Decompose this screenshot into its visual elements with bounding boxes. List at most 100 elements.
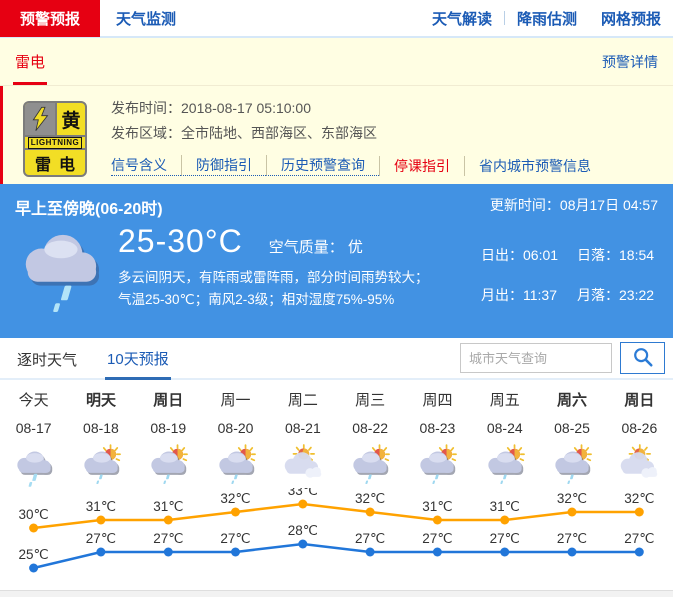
forecast-day-08-20[interactable]: 周一08-20: [202, 388, 269, 488]
badge-top-row: 黄: [25, 103, 85, 135]
moonset-label: 月落：: [577, 287, 619, 303]
date-label: 08-19: [135, 414, 202, 442]
tab-hourly-weather[interactable]: 逐时天气: [15, 338, 79, 378]
warning-section: 雷电 预警详情 黄 LIGHTNING 雷电 发布时间：2018-08-17 0…: [0, 38, 673, 184]
issue-time-line: 发布时间：2018-08-17 05:10:00: [111, 96, 605, 121]
lightning-warning-badge: 黄 LIGHTNING 雷电: [23, 101, 87, 177]
moonrise-time: 月出：11:37: [481, 285, 577, 313]
date-label: 08-18: [67, 414, 134, 442]
sunset-value: 18:54: [619, 247, 654, 263]
shower-sun-icon: [538, 442, 605, 488]
warning-link-4[interactable]: 省内城市预警信息: [464, 156, 605, 176]
svg-text:27℃: 27℃: [490, 531, 520, 546]
forecast-day-08-19[interactable]: 周日08-19: [135, 388, 202, 488]
svg-text:31℃: 31℃: [490, 499, 520, 514]
rain-icon: [0, 442, 67, 488]
svg-text:33℃: 33℃: [288, 488, 318, 498]
nav-links: 天气解读 降雨估测 网格预报: [432, 8, 661, 29]
date-label: 08-21: [269, 414, 336, 442]
forecast-day-08-17[interactable]: 今天08-17: [0, 388, 67, 488]
air-quality: 空气质量： 优: [269, 236, 363, 257]
period-title: 早上至傍晚(06-20时): [15, 195, 163, 219]
svg-text:27℃: 27℃: [86, 531, 116, 546]
svg-text:32℃: 32℃: [355, 491, 385, 506]
description-line-2: 气温25-30℃；南风2-3级；相对湿度75%-95%: [118, 289, 481, 311]
ten-day-forecast: 今天08-17明天08-18周日08-19周一08-20周二08-21周三08-…: [0, 380, 673, 590]
warning-link-2[interactable]: 历史预警查询: [266, 155, 379, 176]
issue-time-value: 2018-08-17 05:10:00: [181, 100, 311, 116]
svg-text:25℃: 25℃: [19, 547, 49, 562]
day-label: 周六: [538, 388, 605, 414]
search-input[interactable]: [460, 343, 612, 373]
footer-strip: [0, 590, 673, 597]
day-label: 周五: [471, 388, 538, 414]
badge-en-label: LIGHTNING: [28, 137, 83, 149]
date-label: 08-26: [606, 414, 673, 442]
warning-detail-link[interactable]: 预警详情: [602, 52, 658, 72]
sun-moon-times: 日出：06:01 日落：18:54 月出：11:37 月落：23:22: [481, 245, 673, 313]
current-weather-header: 早上至傍晚(06-20时) 更新时间：08月17日 04:57: [0, 184, 673, 219]
temperature-row: 25-30°C 空气质量： 优: [118, 223, 481, 260]
current-conditions: 25-30°C 空气质量： 优 多云间阴天，有阵雨或雷阵雨，部分时间雨势较大； …: [118, 223, 481, 313]
issue-area-label: 发布区域：: [111, 125, 181, 141]
nav-link-weather-interpretation[interactable]: 天气解读: [432, 8, 492, 29]
issue-time-label: 发布时间：: [111, 100, 181, 116]
search-button[interactable]: [620, 342, 665, 374]
day-label: 周三: [337, 388, 404, 414]
svg-text:27℃: 27℃: [355, 531, 385, 546]
forecast-tabs-row: 逐时天气 10天预报: [0, 338, 673, 380]
date-label: 08-25: [538, 414, 605, 442]
day-label: 周二: [269, 388, 336, 414]
badge-en-text: LIGHTNING: [25, 135, 85, 150]
svg-text:32℃: 32℃: [624, 491, 654, 506]
sunrise-label: 日出：: [481, 247, 523, 263]
warning-link-0[interactable]: 信号含义: [111, 155, 181, 176]
shower-sun-icon: [337, 442, 404, 488]
current-weather-main: 25-30°C 空气质量： 优 多云间阴天，有阵雨或雷阵雨，部分时间雨势较大； …: [0, 223, 673, 313]
forecast-day-08-18[interactable]: 明天08-18: [67, 388, 134, 488]
moonrise-value: 11:37: [523, 287, 557, 303]
description-line-1: 多云间阴天，有阵雨或雷阵雨，部分时间雨势较大；: [118, 267, 481, 289]
svg-text:28℃: 28℃: [288, 523, 318, 538]
day-label: 今天: [0, 388, 67, 414]
tab-warning-forecast[interactable]: 预警预报: [0, 0, 100, 37]
nav-link-grid-forecast[interactable]: 网格预报: [601, 8, 661, 29]
issue-area-line: 发布区域：全市陆地、西部海区、东部海区: [111, 121, 605, 146]
moonrise-label: 月出：: [481, 287, 523, 303]
search-icon: [632, 346, 654, 371]
svg-text:27℃: 27℃: [153, 531, 183, 546]
warning-link-1[interactable]: 防御指引: [181, 155, 266, 176]
svg-text:27℃: 27℃: [422, 531, 452, 546]
svg-text:27℃: 27℃: [557, 531, 587, 546]
shower-sun-icon: [135, 442, 202, 488]
forecast-day-08-22[interactable]: 周三08-22: [337, 388, 404, 488]
date-label: 08-23: [404, 414, 471, 442]
svg-text:30℃: 30℃: [19, 507, 49, 522]
date-label: 08-20: [202, 414, 269, 442]
badge-level-text: 黄: [55, 103, 85, 135]
badge-cn-text: 雷电: [25, 150, 85, 175]
warning-info: 发布时间：2018-08-17 05:10:00 发布区域：全市陆地、西部海区、…: [111, 94, 605, 184]
weather-page: 预警预报 天气监测 天气解读 降雨估测 网格预报 雷电 预警详情 黄 LIGHT…: [0, 0, 673, 597]
forecast-day-08-26[interactable]: 周日08-26: [606, 388, 673, 488]
forecast-day-08-25[interactable]: 周六08-25: [538, 388, 605, 488]
tab-ten-day-forecast[interactable]: 10天预报: [105, 337, 171, 380]
date-label: 08-17: [0, 414, 67, 442]
svg-text:32℃: 32℃: [557, 491, 587, 506]
warning-link-3[interactable]: 停课指引: [379, 156, 464, 176]
svg-text:31℃: 31℃: [86, 499, 116, 514]
day-label: 周日: [606, 388, 673, 414]
day-label: 周日: [135, 388, 202, 414]
warning-body: 黄 LIGHTNING 雷电 发布时间：2018-08-17 05:10:00 …: [0, 86, 673, 184]
nav-link-rain-estimate[interactable]: 降雨估测: [517, 8, 577, 29]
top-nav: 预警预报 天气监测 天气解读 降雨估测 网格预报: [0, 0, 673, 38]
forecast-day-08-21[interactable]: 周二08-21: [269, 388, 336, 488]
shower-sun-icon: [202, 442, 269, 488]
tab-weather-monitor[interactable]: 天气监测: [116, 8, 176, 29]
day-label: 周一: [202, 388, 269, 414]
forecast-day-08-24[interactable]: 周五08-24: [471, 388, 538, 488]
warning-type-tab[interactable]: 雷电: [13, 38, 47, 85]
update-time: 更新时间：08月17日 04:57: [490, 195, 658, 219]
forecast-day-08-23[interactable]: 周四08-23: [404, 388, 471, 488]
temperature-chart: 30℃31℃31℃32℃33℃32℃31℃31℃32℃32℃25℃27℃27℃2…: [0, 488, 673, 590]
